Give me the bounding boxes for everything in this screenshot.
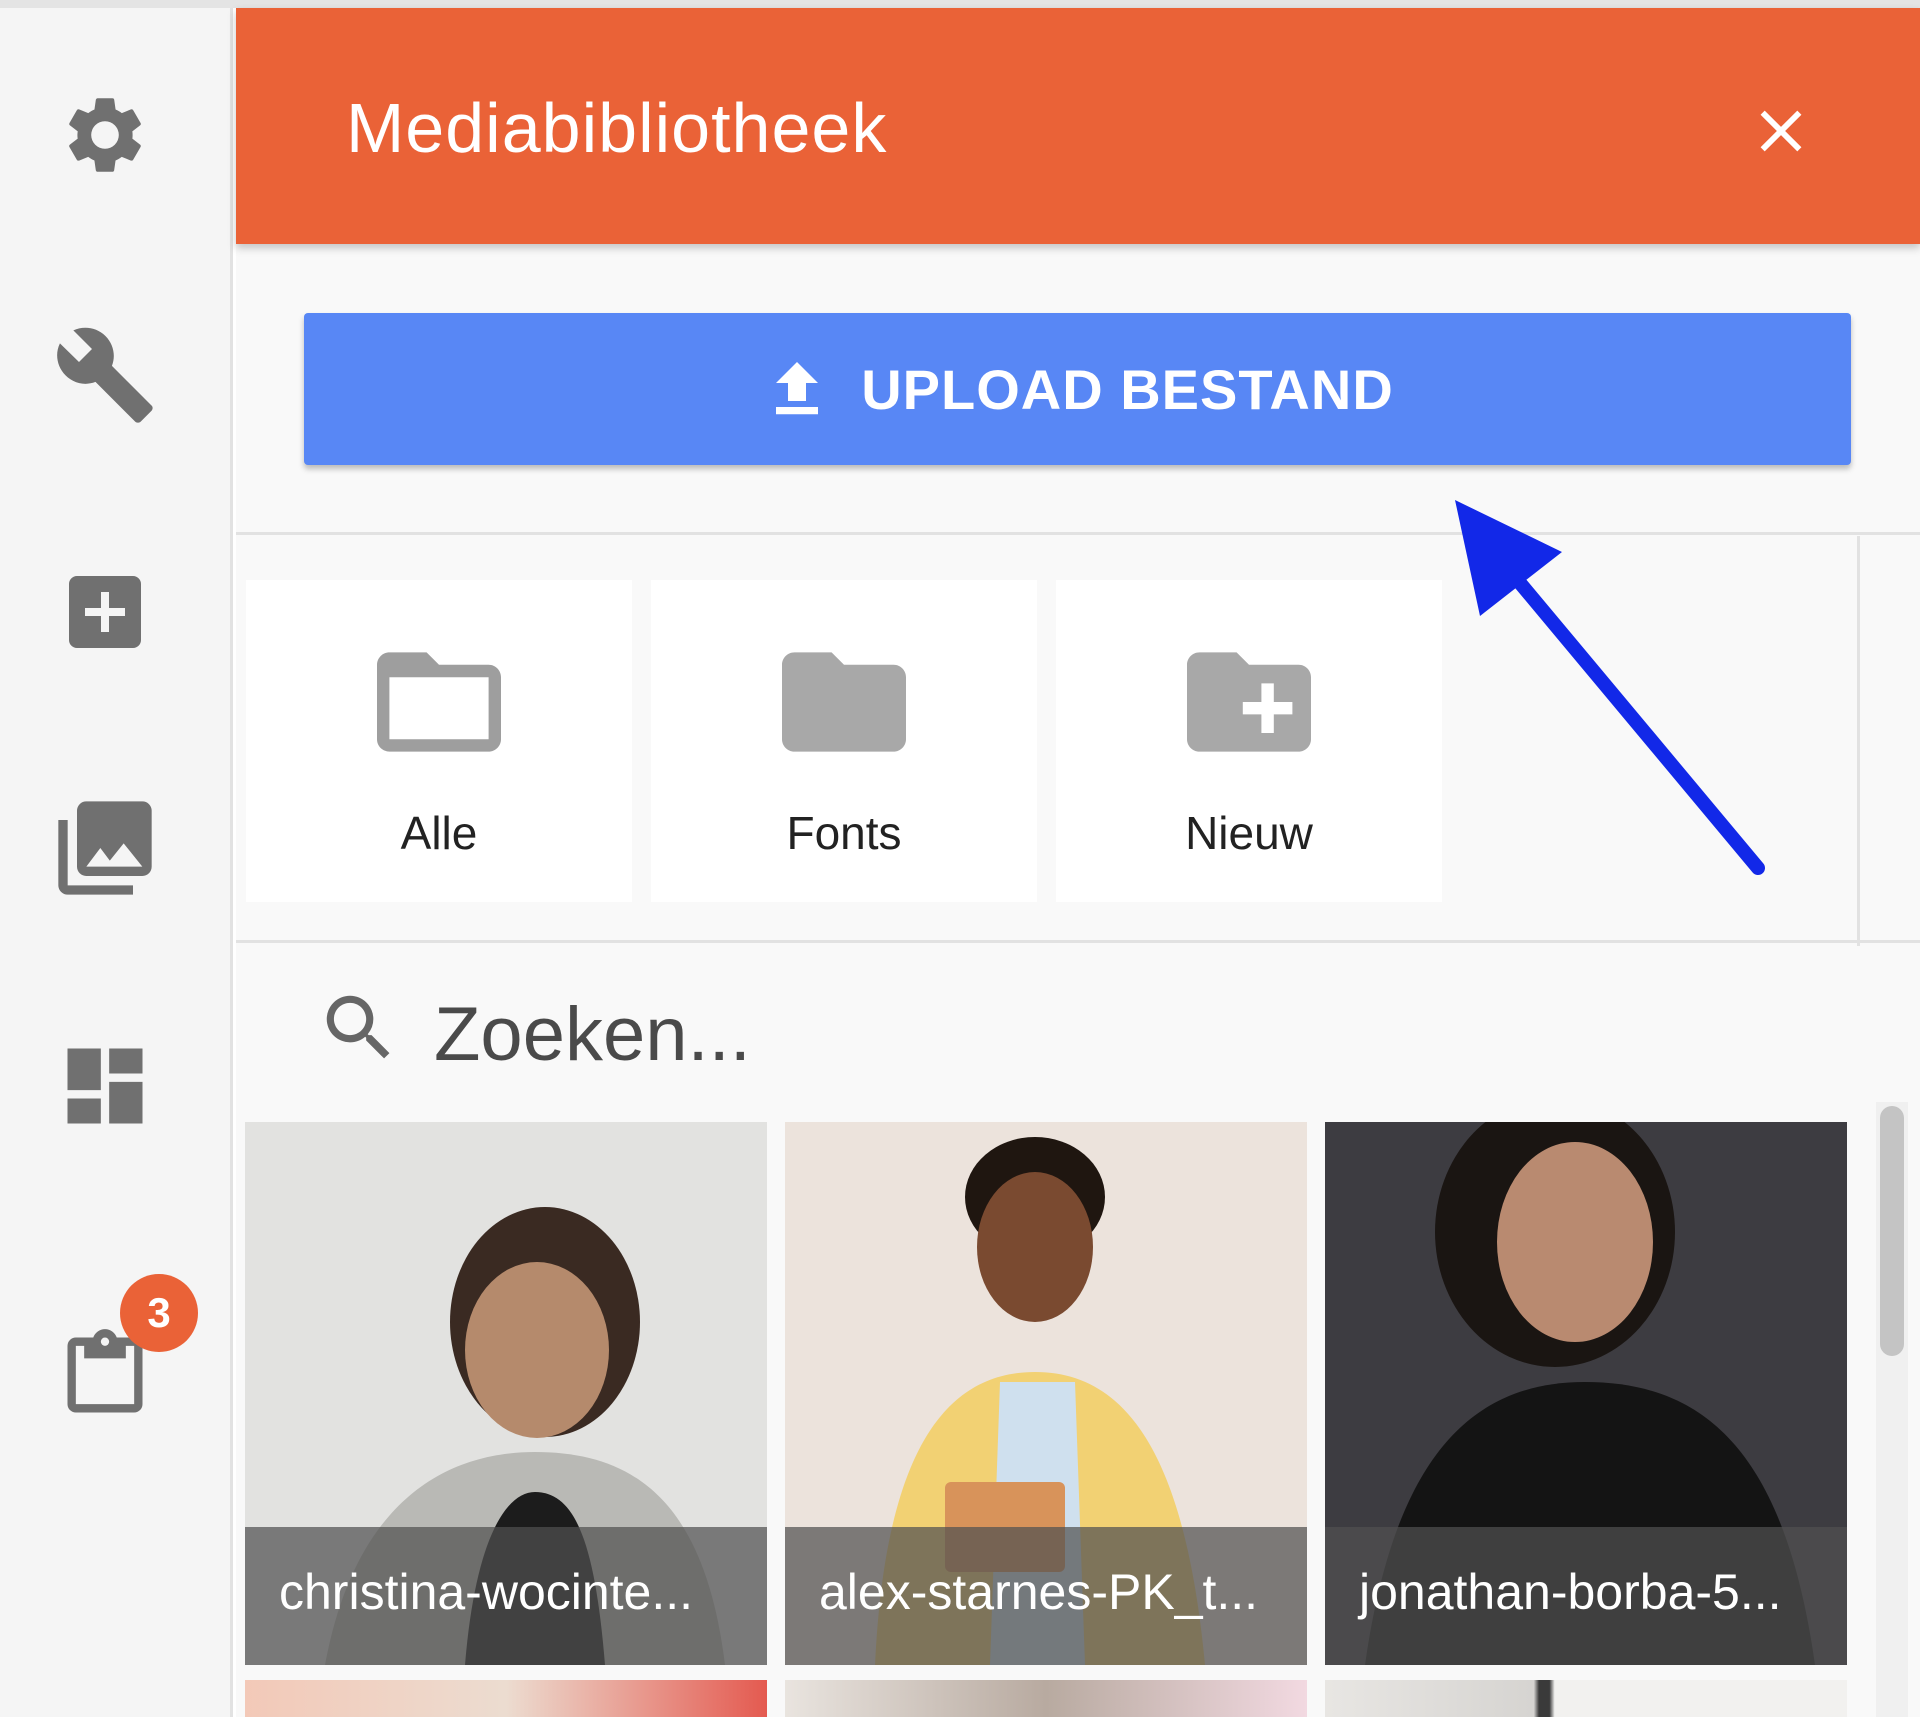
panel-title: Mediabibliotheek [346, 89, 888, 167]
vertical-divider [1857, 536, 1860, 946]
folder-all[interactable]: Alle [246, 580, 632, 902]
top-border [0, 0, 1920, 8]
folder-label: Nieuw [1185, 807, 1313, 859]
search-bar [236, 953, 1836, 1113]
media-item-partial[interactable] [1325, 1680, 1847, 1717]
divider [236, 532, 1920, 535]
media-item-alex[interactable]: alex-starnes-PK_t... [785, 1122, 1307, 1665]
folder-fonts[interactable]: Fonts [651, 580, 1037, 902]
upload-icon [776, 362, 819, 415]
layout-button[interactable] [40, 1021, 170, 1151]
left-toolbar: 3 [0, 8, 233, 1717]
folder-outline-icon [377, 652, 501, 752]
media-caption: jonathan-borba-5... [1325, 1527, 1847, 1665]
tools-button[interactable] [40, 310, 170, 440]
media-item-christina[interactable]: christina-wocinte... [245, 1122, 767, 1665]
upload-file-button[interactable]: UPLOAD BESTAND [304, 313, 1851, 465]
folder-icon [782, 652, 906, 752]
search-input[interactable] [434, 989, 1734, 1079]
new-folder-icon [1187, 652, 1311, 752]
media-item-partial[interactable] [245, 1680, 767, 1717]
wrench-icon [57, 327, 153, 423]
search-icon [326, 995, 390, 1059]
media-caption: alex-starnes-PK_t... [785, 1527, 1307, 1665]
panel-header: Mediabibliotheek [236, 8, 1920, 244]
upload-label: UPLOAD BESTAND [861, 357, 1394, 421]
divider [236, 940, 1920, 943]
add-box-icon [69, 576, 141, 648]
scrollbar[interactable] [1876, 1102, 1908, 1717]
photo-library-icon [58, 801, 152, 895]
folder-new[interactable]: Nieuw [1056, 580, 1442, 902]
media-library-panel: Mediabibliotheek UPLOAD BESTAND Alle Fon… [236, 8, 1920, 1717]
media-item-partial[interactable] [785, 1680, 1307, 1717]
close-icon [1760, 110, 1802, 152]
gear-icon [69, 98, 141, 172]
add-element-button[interactable] [40, 547, 170, 677]
media-library-button[interactable] [40, 783, 170, 913]
folder-label: Alle [400, 807, 478, 859]
folder-label: Fonts [786, 807, 902, 859]
media-item-jonathan[interactable]: jonathan-borba-5... [1325, 1122, 1847, 1665]
close-button[interactable] [1736, 86, 1826, 176]
scrollbar-thumb[interactable] [1880, 1106, 1904, 1356]
notification-badge: 3 [120, 1274, 198, 1352]
settings-button[interactable] [40, 70, 170, 200]
dashboard-icon [67, 1048, 143, 1124]
media-caption: christina-wocinte... [245, 1527, 767, 1665]
